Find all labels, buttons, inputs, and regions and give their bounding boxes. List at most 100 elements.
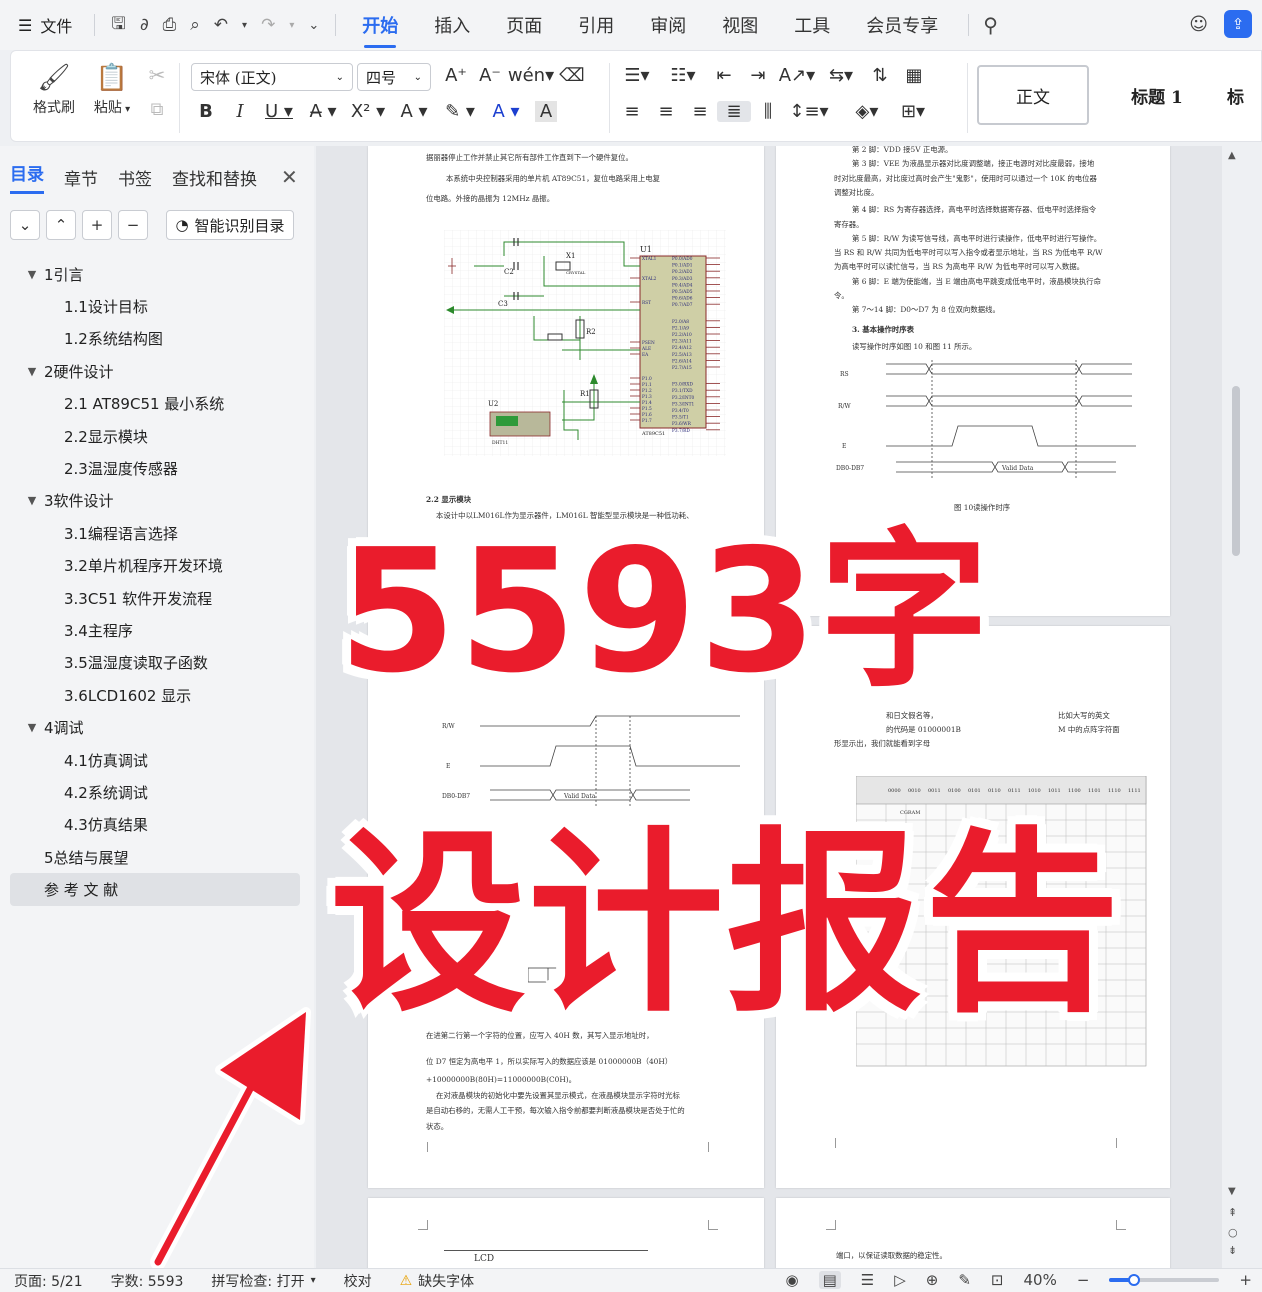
- toc-item[interactable]: 1.2系统结构图: [0, 323, 314, 355]
- highlight-icon[interactable]: ✎ ▾: [437, 101, 483, 122]
- format-painter-button[interactable]: 🖌 格式刷: [29, 63, 79, 117]
- grow-font-icon[interactable]: A⁺: [439, 65, 473, 86]
- proofread-button[interactable]: 校对: [330, 1271, 386, 1291]
- toc-item[interactable]: 5总结与展望: [0, 841, 314, 873]
- font-color-icon[interactable]: A ▾: [483, 101, 529, 122]
- link-icon[interactable]: ∂: [140, 15, 149, 35]
- clear-format-icon[interactable]: ⌫: [555, 65, 589, 86]
- toc-item[interactable]: 4.3仿真结果: [0, 809, 314, 841]
- scroll-down-icon[interactable]: ▼: [1228, 1186, 1236, 1197]
- fit-page-icon[interactable]: ⊡: [991, 1271, 1004, 1289]
- share-icon[interactable]: ⇪: [1224, 10, 1252, 38]
- tab-review[interactable]: 审阅: [650, 8, 686, 42]
- toc-item[interactable]: 3.2单片机程序开发环境: [0, 550, 314, 582]
- toc-item[interactable]: 参 考 文 献: [10, 873, 300, 906]
- increase-indent-icon[interactable]: ⇥: [741, 65, 775, 86]
- more-chevron-icon[interactable]: ⌄: [308, 18, 319, 33]
- char-shading-icon[interactable]: A: [535, 101, 557, 122]
- chat-icon[interactable]: ☺: [1189, 14, 1208, 35]
- zoom-slider-knob[interactable]: [1127, 1274, 1140, 1286]
- toc-item[interactable]: 3.6LCD1602 显示: [0, 679, 314, 711]
- tab-tools[interactable]: 工具: [794, 8, 830, 42]
- tab-member[interactable]: 会员专享: [866, 8, 938, 42]
- spell-check-toggle[interactable]: 拼写检查: 打开 ▾: [197, 1271, 329, 1291]
- toc-item[interactable]: ▼ 4调试: [0, 711, 314, 743]
- line-spacing-icon[interactable]: ↕≡▾: [785, 101, 833, 122]
- style-normal[interactable]: 正文: [977, 65, 1089, 125]
- print-icon[interactable]: ⎙: [163, 15, 177, 35]
- toc-item[interactable]: 3.3C51 软件开发流程: [0, 582, 314, 614]
- toc-item[interactable]: 2.3温湿度传感器: [0, 452, 314, 484]
- toc-item[interactable]: 4.1仿真调试: [0, 744, 314, 776]
- copy-icon[interactable]: ⧉: [145, 99, 169, 120]
- collapse-chevron-icon[interactable]: ⌄: [10, 210, 40, 240]
- web-view-icon[interactable]: ⊕: [926, 1271, 939, 1289]
- redo-icon[interactable]: ↷: [261, 15, 275, 35]
- italic-icon[interactable]: I: [223, 101, 257, 122]
- tab-page[interactable]: 页面: [506, 8, 542, 42]
- style-heading-2[interactable]: 标: [1227, 65, 1262, 125]
- vertical-scrollbar[interactable]: ▲ ▼ ⇞ ○ ⇟: [1222, 146, 1262, 1268]
- missing-font-button[interactable]: ⚠ 缺失字体: [386, 1271, 489, 1291]
- zoom-in-icon[interactable]: +: [1239, 1271, 1252, 1289]
- underline-icon[interactable]: U ▾: [257, 101, 301, 122]
- bold-icon[interactable]: B: [189, 101, 223, 122]
- table-grid-icon[interactable]: ▦: [897, 65, 931, 86]
- toc-item[interactable]: 3.5温湿度读取子函数: [0, 647, 314, 679]
- remove-heading-icon[interactable]: −: [118, 210, 148, 240]
- expand-chevron-icon[interactable]: ⌃: [46, 210, 76, 240]
- tab-home[interactable]: 开始: [362, 8, 398, 48]
- expand-triangle-icon[interactable]: ▼: [20, 494, 44, 507]
- numbered-list-icon[interactable]: ☷▾: [659, 65, 707, 86]
- shrink-font-icon[interactable]: A⁻: [473, 65, 507, 86]
- save-icon[interactable]: 🖫: [111, 11, 125, 40]
- expand-triangle-icon[interactable]: ▼: [20, 721, 44, 734]
- line-break-icon[interactable]: ⇆▾: [819, 65, 863, 86]
- shading-icon[interactable]: ◈▾: [843, 101, 891, 122]
- decrease-indent-icon[interactable]: ⇤: [707, 65, 741, 86]
- style-heading-1[interactable]: 标题 1: [1107, 65, 1207, 125]
- toc-item[interactable]: ▼ 2硬件设计: [0, 355, 314, 387]
- font-name-select[interactable]: 宋体 (正文) ⌄: [191, 63, 353, 91]
- tab-insert[interactable]: 插入: [434, 8, 470, 42]
- page-indicator[interactable]: 页面: 5/21: [0, 1271, 97, 1291]
- file-menu[interactable]: ☰ 文件: [0, 13, 86, 37]
- tab-view[interactable]: 视图: [722, 8, 758, 42]
- distribute-icon[interactable]: ⫼: [751, 101, 785, 122]
- smart-toc-button[interactable]: ◔ 智能识别目录: [166, 210, 294, 240]
- toc-item[interactable]: 1.1设计目标: [0, 290, 314, 322]
- word-count[interactable]: 字数: 5593: [97, 1271, 198, 1291]
- toc-item[interactable]: ▼ 3软件设计: [0, 485, 314, 517]
- prev-page-icon[interactable]: ⇞: [1228, 1206, 1237, 1219]
- toc-item[interactable]: ▼ 1引言: [0, 258, 314, 290]
- scroll-up-icon[interactable]: ▲: [1228, 150, 1236, 161]
- nav-tab-bookmarks[interactable]: 书签: [118, 165, 152, 190]
- paste-button[interactable]: 📋 粘贴 ▾: [87, 63, 137, 117]
- eye-icon[interactable]: ◉: [785, 1271, 798, 1289]
- phonetic-guide-icon[interactable]: wén▾: [507, 65, 555, 86]
- font-size-select[interactable]: 四号 ⌄: [357, 63, 431, 91]
- align-center-icon[interactable]: ≡: [649, 101, 683, 122]
- outline-view-icon[interactable]: ☰: [861, 1271, 874, 1289]
- next-page-icon[interactable]: ⇟: [1228, 1244, 1237, 1257]
- redo-dropdown-icon[interactable]: ▾: [289, 20, 294, 31]
- select-browse-icon[interactable]: ○: [1228, 1226, 1238, 1239]
- close-icon[interactable]: ✕: [281, 165, 298, 189]
- text-direction-icon[interactable]: A↗▾: [775, 65, 819, 86]
- align-right-icon[interactable]: ≡: [683, 101, 717, 122]
- toc-item[interactable]: 2.2显示模块: [0, 420, 314, 452]
- toc-item[interactable]: 3.4主程序: [0, 614, 314, 646]
- nav-tab-toc[interactable]: 目录: [10, 160, 44, 194]
- undo-dropdown-icon[interactable]: ▾: [242, 20, 247, 31]
- sort-icon[interactable]: ⇅: [863, 65, 897, 86]
- text-effect-icon[interactable]: A ▾: [391, 101, 437, 122]
- strikethrough-icon[interactable]: A̶ ▾: [301, 101, 345, 122]
- search-icon[interactable]: ⚲: [983, 13, 998, 37]
- undo-icon[interactable]: ↶: [214, 15, 228, 35]
- zoom-slider[interactable]: [1109, 1274, 1220, 1286]
- superscript-icon[interactable]: X² ▾: [345, 101, 391, 122]
- nav-tab-sections[interactable]: 章节: [64, 165, 98, 190]
- play-icon[interactable]: ▷: [894, 1271, 906, 1289]
- print-preview-icon[interactable]: ⌕: [190, 15, 200, 35]
- zoom-level[interactable]: 40%: [1024, 1271, 1057, 1289]
